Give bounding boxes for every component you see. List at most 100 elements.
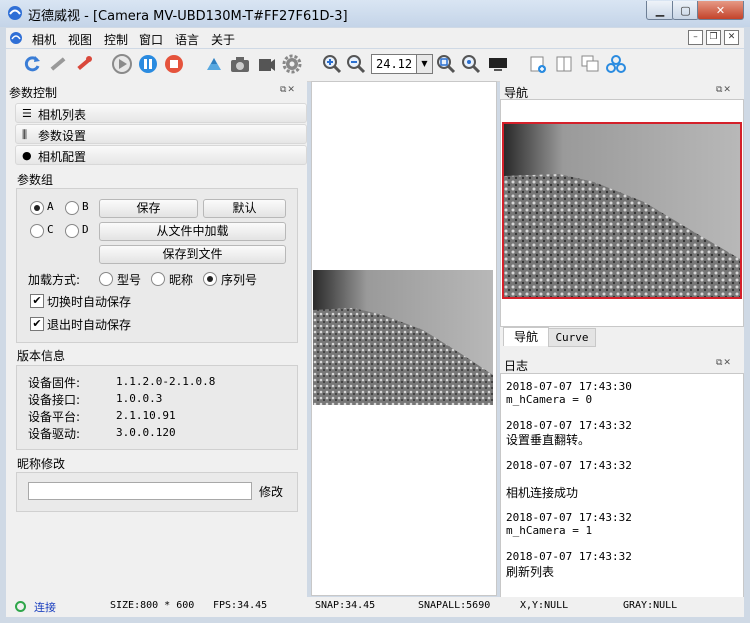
snapall-value: SNAPALL:5690	[418, 600, 491, 611]
camera-config-button[interactable]: ● 相机配置	[15, 145, 307, 165]
auto-save-exit-checkbox[interactable]: ✔	[30, 317, 44, 331]
menu-about[interactable]: 关于	[211, 31, 235, 48]
mdi-restore-button[interactable]: ❐	[706, 30, 721, 45]
radio-slot-a[interactable]	[30, 201, 44, 215]
connection-status-icon	[15, 601, 26, 612]
driver-label: 设备驱动:	[28, 427, 81, 441]
zoom-value: 24.12	[376, 57, 413, 71]
menu-control[interactable]: 控制	[104, 31, 128, 48]
radio-load-model-label: 型号	[117, 273, 142, 287]
disconnect-icon[interactable]	[46, 52, 70, 76]
firmware-label: 设备固件:	[28, 376, 81, 390]
chat-icon: ●	[22, 149, 32, 162]
radio-slot-c-label: C	[47, 223, 54, 236]
radio-slot-b[interactable]	[65, 201, 79, 215]
play-icon[interactable]	[110, 52, 134, 76]
right-dock-panel: 导航 ⧉✕ 导航 Curve 日志 ⧉✕ 2018-07-07 17:43:30…	[500, 81, 744, 599]
tab-curve[interactable]: Curve	[548, 328, 596, 347]
chevron-down-icon[interactable]: ▼	[416, 55, 432, 73]
param-group-title: 参数组	[17, 173, 54, 187]
connection-status: 连接	[34, 601, 56, 614]
list-icon: ☰	[22, 107, 32, 120]
zoom-select[interactable]: 24.12 ▼	[371, 54, 433, 74]
trigger-icon[interactable]	[202, 52, 226, 76]
log-title: 日志	[504, 359, 529, 373]
auto-save-switch-checkbox[interactable]: ✔	[30, 294, 44, 308]
firmware-value: 1.1.2.0-2.1.0.8	[116, 375, 216, 388]
radio-load-nickname-label: 昵称	[169, 273, 194, 287]
status-bar: 连接 SIZE:800 * 600 FPS:34.45 SNAP:34.45 S…	[6, 597, 744, 617]
minimize-button[interactable]: ▁	[646, 1, 674, 20]
cascade-windows-icon[interactable]	[578, 52, 602, 76]
tab-navigator[interactable]: 导航	[503, 327, 549, 346]
param-group-box: A B 保存 默认 C D 从文件中加载 保存到文件 加载方式: 型号 昵称 序…	[16, 188, 298, 343]
dock-float-close-icon[interactable]: ⧉✕	[716, 85, 738, 96]
load-from-file-button[interactable]: 从文件中加载	[99, 222, 286, 241]
radio-load-serial[interactable]	[203, 272, 217, 286]
nickname-input[interactable]	[28, 482, 252, 500]
camera-preview-image	[313, 270, 493, 405]
menu-camera[interactable]: 相机	[32, 31, 56, 48]
radio-slot-d[interactable]	[65, 224, 79, 238]
toolbar: 24.12 ▼	[6, 49, 744, 82]
record-video-icon[interactable]	[254, 52, 278, 76]
parameter-control-panel: 参数控制 ⧉✕ ☰ 相机列表 ⫼ 参数设置 ● 相机配置 参数组 A B 保存 …	[6, 81, 307, 597]
version-info-box: 设备固件: 1.1.2.0-2.1.0.8 设备接口: 1.0.0.3 设备平台…	[16, 365, 298, 450]
log-line: 2018-07-07 17:43:32	[506, 511, 632, 524]
zoom-fit-icon[interactable]	[434, 52, 458, 76]
mdi-minimize-button[interactable]: –	[688, 30, 703, 45]
maximize-button[interactable]: ▢	[672, 1, 699, 20]
zoom-in-icon[interactable]	[320, 52, 344, 76]
param-settings-button[interactable]: ⫼ 参数设置	[15, 124, 307, 144]
radio-slot-b-label: B	[82, 200, 89, 213]
camera-list-button[interactable]: ☰ 相机列表	[15, 103, 307, 123]
close-button[interactable]: ✕	[697, 1, 744, 20]
menu-view[interactable]: 视图	[68, 31, 92, 48]
snap-value: SNAP:34.45	[315, 600, 376, 611]
radio-slot-c[interactable]	[30, 224, 44, 238]
nickname-box: 修改	[16, 472, 298, 512]
modify-button[interactable]: 修改	[259, 483, 283, 500]
log-line: m_hCamera = 1	[506, 524, 593, 537]
zoom-actual-icon[interactable]	[459, 52, 483, 76]
dock-float-close-icon[interactable]: ⧉✕	[716, 358, 738, 369]
gray-value: GRAY:NULL	[623, 600, 678, 611]
navigator-thumbnail[interactable]	[502, 122, 742, 299]
default-button[interactable]: 默认	[203, 199, 286, 218]
save-button[interactable]: 保存	[99, 199, 198, 218]
mdi-close-button[interactable]: ✕	[724, 30, 739, 45]
image-size: SIZE:800 * 600	[110, 600, 195, 611]
radio-load-model[interactable]	[99, 272, 113, 286]
new-window-icon[interactable]	[526, 52, 550, 76]
radio-slot-d-label: D	[82, 223, 89, 236]
save-to-file-button[interactable]: 保存到文件	[99, 245, 286, 264]
menu-window[interactable]: 窗口	[139, 31, 163, 48]
xy-value: X,Y:NULL	[520, 600, 569, 611]
image-view[interactable]	[311, 81, 497, 596]
load-mode-label: 加载方式:	[28, 273, 81, 287]
mdi-app-icon	[9, 31, 23, 45]
driver-value: 3.0.0.120	[116, 426, 176, 439]
zoom-out-icon[interactable]	[344, 52, 368, 76]
menu-language[interactable]: 语言	[175, 31, 199, 48]
radio-load-serial-label: 序列号	[221, 273, 258, 287]
panel-title: 参数控制	[9, 86, 58, 100]
radio-load-nickname[interactable]	[151, 272, 165, 286]
fullscreen-display-icon[interactable]	[486, 52, 510, 76]
platform-value: 2.1.10.91	[116, 409, 176, 422]
log-area[interactable]: 2018-07-07 17:43:30 m_hCamera = 0 2018-0…	[500, 373, 744, 599]
settings-gear-icon[interactable]	[280, 52, 304, 76]
log-line: 2018-07-07 17:43:32	[506, 550, 632, 563]
auto-save-exit-label: 退出时自动保存	[47, 318, 132, 332]
dock-float-close-icon[interactable]: ⧉✕	[280, 85, 302, 96]
tile-windows-icon[interactable]	[552, 52, 576, 76]
pause-icon[interactable]	[136, 52, 160, 76]
stop-icon[interactable]	[162, 52, 186, 76]
refresh-icon[interactable]	[20, 52, 44, 76]
nickname-title: 昵称修改	[17, 457, 66, 471]
connect-plug-icon[interactable]	[72, 52, 96, 76]
multi-camera-icon[interactable]	[604, 52, 628, 76]
version-info-title: 版本信息	[17, 349, 66, 363]
snapshot-camera-icon[interactable]	[228, 52, 252, 76]
platform-label: 设备平台:	[28, 410, 81, 424]
